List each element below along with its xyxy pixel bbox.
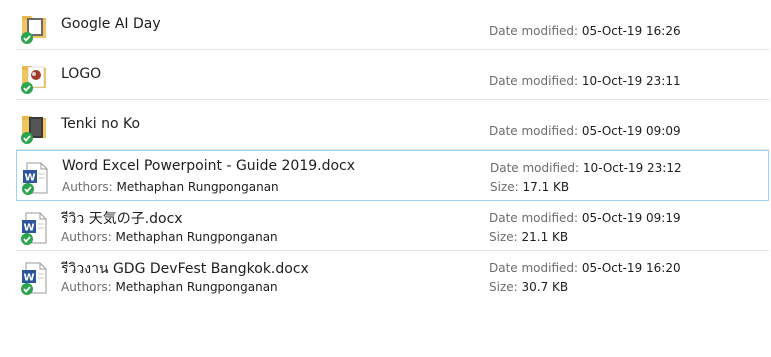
date-modified: Date modified: 05-Oct-19 09:09	[489, 124, 681, 138]
file-size: Size: 30.7 KB	[489, 280, 568, 294]
size-value: 21.1 KB	[521, 230, 569, 244]
authors-label: Authors:	[61, 280, 112, 294]
size-label: Size:	[489, 280, 518, 294]
folder-icon	[20, 110, 48, 144]
list-item[interactable]: W รีวิว 天気の子.docx Authors: Methaphan Run…	[16, 201, 769, 251]
date-modified: Date modified: 05-Oct-19 16:20	[489, 261, 681, 275]
list-item-selected[interactable]: W Word Excel Powerpoint - Guide 2019.doc…	[16, 150, 769, 201]
authors-label: Authors:	[62, 180, 113, 194]
date-modified-label: Date modified:	[489, 261, 579, 275]
svg-text:W: W	[24, 173, 35, 184]
svg-text:W: W	[23, 273, 34, 284]
date-modified-value: 10-Oct-19 23:12	[582, 161, 682, 175]
authors-value: Methaphan Rungponganan	[115, 230, 278, 244]
authors: Authors: Methaphan Rungponganan	[61, 230, 278, 244]
file-name: LOGO	[61, 66, 102, 82]
date-modified-label: Date modified:	[489, 124, 579, 138]
date-modified: Date modified: 05-Oct-19 09:19	[489, 211, 681, 225]
date-modified-value: 05-Oct-19 09:09	[581, 124, 681, 138]
file-name: Google AI Day	[61, 16, 161, 32]
list-item[interactable]: W รีวิวงาน GDG DevFest Bangkok.docx Auth…	[16, 251, 769, 301]
authors-value: Methaphan Rungponganan	[116, 180, 279, 194]
file-name: Tenki no Ko	[61, 116, 141, 132]
folder-icon	[20, 10, 48, 44]
date-modified: Date modified: 10-Oct-19 23:12	[490, 161, 682, 175]
size-value: 17.1 KB	[522, 180, 570, 194]
size-label: Size:	[489, 230, 518, 244]
file-name: รีวิวงาน GDG DevFest Bangkok.docx	[61, 261, 309, 277]
date-modified-label: Date modified:	[489, 211, 579, 225]
file-name: Word Excel Powerpoint - Guide 2019.docx	[62, 158, 356, 174]
date-modified-value: 05-Oct-19 16:26	[581, 24, 681, 38]
folder-icon	[20, 60, 48, 94]
date-modified-value: 05-Oct-19 09:19	[581, 211, 681, 225]
file-size: Size: 17.1 KB	[490, 180, 569, 194]
authors-label: Authors:	[61, 230, 112, 244]
list-item[interactable]: Tenki no Ko Date modified: 05-Oct-19 09:…	[16, 100, 769, 150]
date-modified-label: Date modified:	[489, 74, 579, 88]
file-name: รีวิว 天気の子.docx	[61, 211, 183, 227]
authors: Authors: Methaphan Rungponganan	[61, 280, 278, 294]
word-doc-icon: W	[20, 211, 48, 245]
authors-value: Methaphan Rungponganan	[115, 280, 278, 294]
authors: Authors: Methaphan Rungponganan	[62, 180, 279, 194]
date-modified-label: Date modified:	[489, 24, 579, 38]
size-value: 30.7 KB	[521, 280, 569, 294]
svg-text:W: W	[23, 223, 34, 234]
word-doc-icon: W	[21, 161, 49, 195]
file-size: Size: 21.1 KB	[489, 230, 568, 244]
list-item[interactable]: LOGO Date modified: 10-Oct-19 23:11	[16, 50, 769, 100]
date-modified: Date modified: 10-Oct-19 23:11	[489, 74, 681, 88]
date-modified-value: 05-Oct-19 16:20	[581, 261, 681, 275]
list-item[interactable]: Google AI Day Date modified: 05-Oct-19 1…	[16, 0, 769, 50]
file-list: Google AI Day Date modified: 05-Oct-19 1…	[16, 0, 769, 301]
size-label: Size:	[490, 180, 519, 194]
word-doc-icon: W	[20, 261, 48, 295]
date-modified-value: 10-Oct-19 23:11	[581, 74, 681, 88]
date-modified-label: Date modified:	[490, 161, 580, 175]
date-modified: Date modified: 05-Oct-19 16:26	[489, 24, 681, 38]
